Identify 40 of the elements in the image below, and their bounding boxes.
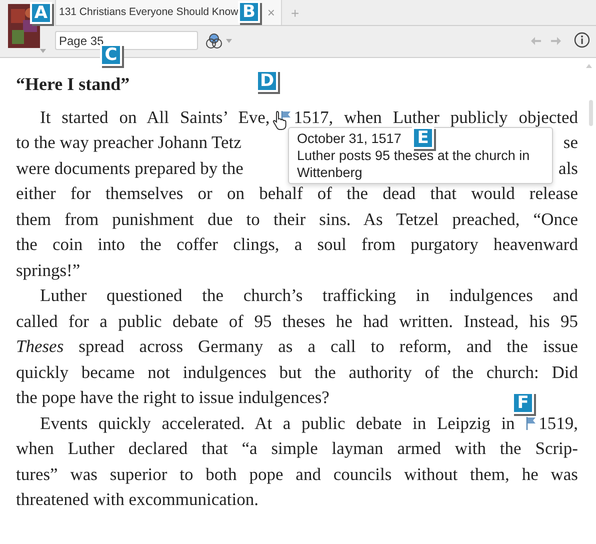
- tooltip-text: Luther posts 95 theses at the church in Wittenberg: [297, 147, 531, 181]
- callout-marker: D: [256, 70, 278, 92]
- scrollbar-thumb[interactable]: [589, 100, 593, 126]
- body-text: to the way preacher Johann Tetz: [16, 131, 242, 154]
- section-heading: “Here I stand”: [16, 73, 130, 96]
- body-text: quickly became not indulgences but the authority of the church: Did: [16, 362, 578, 382]
- body-text: als: [558, 156, 578, 180]
- body-text: 1517, when Luther publicly objected: [294, 106, 578, 126]
- body-text: Theses spread across Germany as a call to reform, and the issue: [16, 336, 578, 356]
- body-text: It started on All Saints’ Eve,: [40, 106, 270, 126]
- tooltip-date: October 31, 1517: [297, 130, 402, 147]
- callout-marker: B: [238, 1, 260, 23]
- body-text: the pope have the right to issue indulgences?: [16, 387, 330, 407]
- body-text: tures” was superior to both pope and councils without them, he was: [16, 464, 578, 484]
- callout-marker: F: [512, 392, 534, 414]
- body-text: se: [563, 131, 578, 154]
- body-text: called for a public debate of 95 theses he had written. Instead, his 95: [16, 310, 578, 330]
- callout-marker: E: [412, 127, 434, 149]
- venn-icon[interactable]: [206, 33, 222, 49]
- caret-icon[interactable]: [40, 49, 46, 53]
- body-text: springs!”: [16, 260, 80, 280]
- callout-marker: C: [100, 44, 122, 66]
- body-text: Events quickly accelerated. At a public debate in Leipzig in: [40, 412, 515, 432]
- callout-marker: A: [30, 2, 52, 24]
- body-text: Luther questioned the church’s trafficking in indulgences and: [40, 285, 578, 305]
- forward-arrow-icon[interactable]: [551, 37, 561, 45]
- info-icon[interactable]: [574, 32, 590, 48]
- flag-icon[interactable]: [526, 416, 537, 430]
- back-arrow-icon[interactable]: [531, 37, 541, 45]
- body-text: were documents prepared by the: [16, 156, 244, 180]
- body-text: threatened with excommunication.: [16, 489, 258, 509]
- body-text: 1519,: [538, 412, 578, 432]
- caret-icon[interactable]: [226, 39, 232, 43]
- tab-title[interactable]: 131 Christians Everyone Should Know: [59, 4, 238, 20]
- body-text: when Luther declared that “a simple layman armed with the Scrip-: [16, 438, 578, 458]
- body-text: either for themselves or on behalf of the dead that would release: [16, 183, 578, 203]
- body-text: them from punishment due to their sins. As Tetzel preached, “Once: [16, 208, 578, 228]
- body-text: the coin into the coffer clings, a soul from purgatory heavenward: [16, 234, 578, 254]
- scroll-up-arrow-icon[interactable]: [586, 64, 592, 68]
- hand-cursor-icon: [272, 110, 288, 130]
